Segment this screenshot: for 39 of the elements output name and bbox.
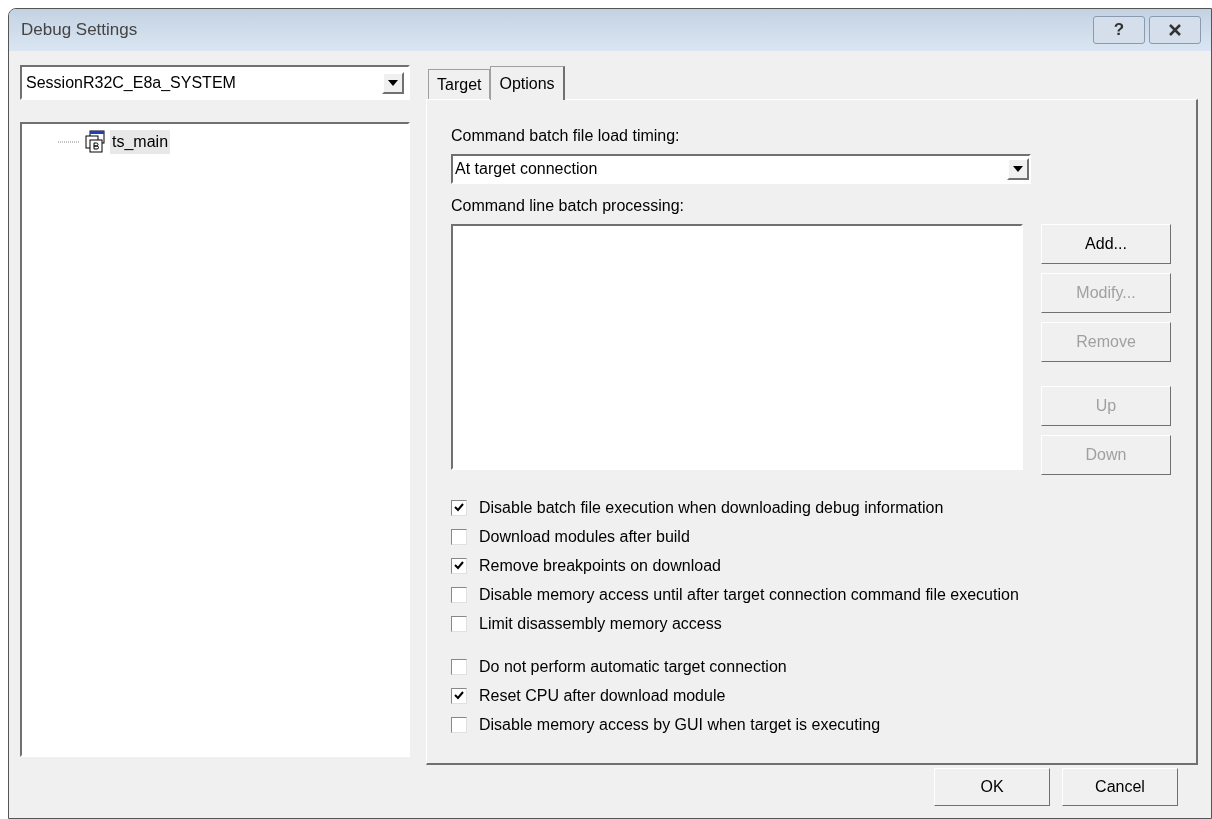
checkbox-label: Download modules after build: [479, 526, 690, 547]
dropdown-button[interactable]: [1007, 158, 1029, 180]
tree-connector-icon: [58, 141, 80, 143]
checkbox-label: Reset CPU after download module: [479, 685, 726, 706]
window-title: Debug Settings: [21, 19, 139, 42]
check-icon: [454, 503, 464, 512]
checkbox[interactable]: [451, 499, 467, 516]
checkbox[interactable]: [451, 658, 467, 675]
tree-item[interactable]: ts_main: [110, 130, 171, 154]
field-label: Command batch file load timing:: [451, 126, 681, 146]
document-stack-icon: [82, 130, 106, 154]
checkbox-label: Limit disassembly memory access: [479, 613, 722, 634]
checkbox-label: Remove breakpoints on download: [479, 555, 721, 576]
session-dropdown[interactable]: SessionR32C_E8a_SYSTEM: [20, 65, 410, 100]
check-icon: [454, 691, 464, 700]
close-icon: [1168, 24, 1182, 36]
check-icon: [454, 561, 464, 570]
timing-dropdown[interactable]: At target connection: [451, 154, 1031, 184]
action-button[interactable]: Add...: [1041, 224, 1171, 264]
checkbox[interactable]: [451, 586, 467, 603]
dialog-button[interactable]: OK: [934, 768, 1050, 806]
checkbox-label: Do not perform automatic target connection: [479, 656, 787, 677]
help-button[interactable]: ?: [1093, 16, 1145, 44]
checkbox[interactable]: [451, 528, 467, 545]
checkbox-label: Disable memory access until after target connection command file execution: [479, 584, 1019, 605]
caret-icon: [388, 79, 398, 86]
dropdown-button[interactable]: [382, 71, 404, 94]
checkbox[interactable]: [451, 615, 467, 632]
dialog-button[interactable]: Cancel: [1062, 768, 1178, 806]
checkbox-label: Disable memory access by GUI when target is executing: [479, 714, 881, 735]
close-button[interactable]: [1149, 16, 1201, 44]
checkbox[interactable]: [451, 557, 467, 574]
checkbox[interactable]: [451, 716, 467, 733]
checkbox-label: Disable batch file execution when downloading debug information: [479, 497, 944, 518]
caret-icon: [1013, 166, 1023, 172]
tab[interactable]: Options: [490, 66, 565, 100]
checkbox[interactable]: [451, 687, 467, 704]
tab[interactable]: Target: [428, 69, 491, 99]
field-label: Command line batch processing:: [451, 196, 685, 216]
